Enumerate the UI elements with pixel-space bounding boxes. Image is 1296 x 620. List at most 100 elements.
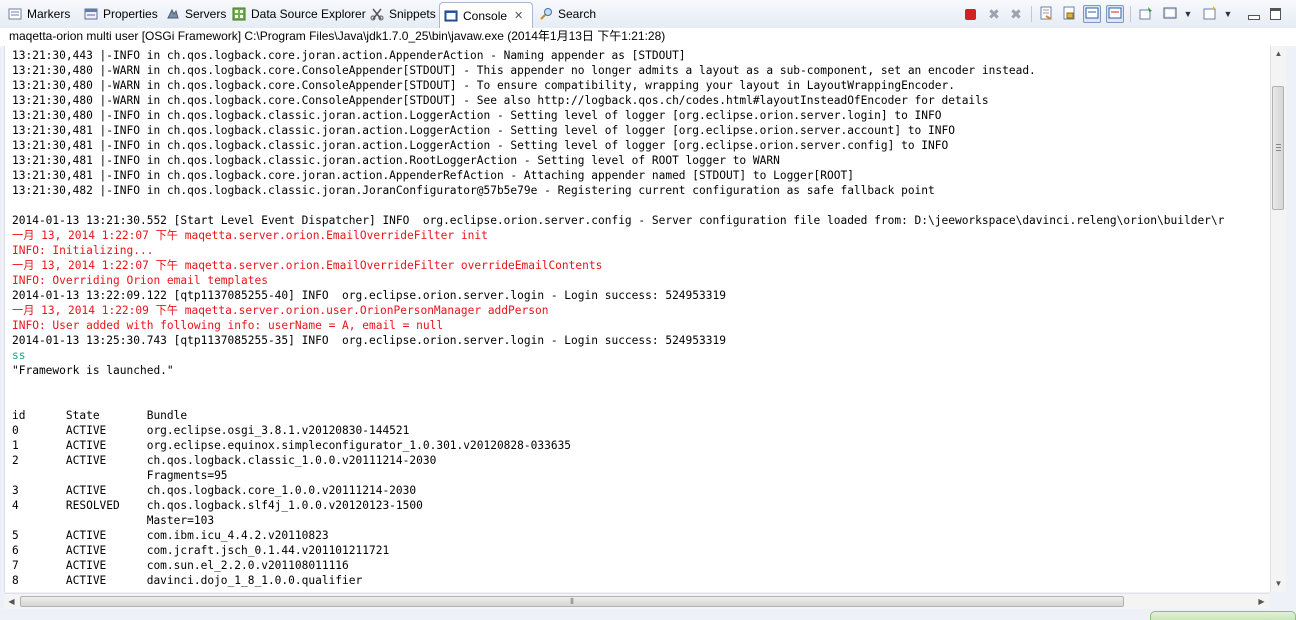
console-error-line: 一月 13, 2014 1:22:07 下午 maqetta.server.or… xyxy=(12,259,603,272)
open-console-dropdown[interactable]: ▼ xyxy=(1219,5,1237,23)
scroll-down-arrow-icon[interactable]: ▼ xyxy=(1271,576,1286,591)
console-line: 0 ACTIVE org.eclipse.osgi_3.8.1.v2012083… xyxy=(12,424,410,437)
terminate-icon xyxy=(964,8,976,20)
terminate-button[interactable] xyxy=(961,5,979,23)
console-line: 13:21:30,480 |-WARN in ch.qos.logback.co… xyxy=(12,64,1036,77)
properties-icon xyxy=(84,7,98,21)
console-error-line: INFO: Initializing... xyxy=(12,244,154,257)
console-line: 3 ACTIVE ch.qos.logback.core_1.0.0.v2011… xyxy=(12,484,417,497)
console-line: 1 ACTIVE org.eclipse.equinox.simpleconfi… xyxy=(12,439,572,452)
open-console-icon xyxy=(1203,5,1217,23)
scroll-lock-button[interactable] xyxy=(1060,5,1078,23)
console-line: 13:21:30,480 |-WARN in ch.qos.logback.co… xyxy=(12,94,989,107)
remove-launch-button[interactable]: ✖ xyxy=(985,5,1003,23)
remove-all-terminated-button[interactable]: ✖ xyxy=(1007,5,1025,23)
console-line: 13:21:30,481 |-INFO in ch.qos.logback.cl… xyxy=(12,139,949,152)
status-bar-indicator xyxy=(1150,611,1296,620)
console-error-line: 一月 13, 2014 1:22:09 下午 maqetta.server.or… xyxy=(12,304,549,317)
tab-snippets[interactable]: Snippets xyxy=(366,3,442,25)
console-view-tab-bar: Markers Properties Servers Data Source E… xyxy=(0,0,1296,29)
tab-markers[interactable]: Markers xyxy=(4,3,76,25)
console-line: ss xyxy=(12,349,26,362)
show-on-stdout-icon xyxy=(1085,6,1099,23)
console-line: 13:21:30,481 |-INFO in ch.qos.logback.co… xyxy=(12,169,854,182)
console-error-line: INFO: Overriding Orion email templates xyxy=(12,274,268,287)
chevron-down-icon: ▼ xyxy=(1223,9,1233,19)
minimize-icon xyxy=(1248,14,1260,20)
display-selected-console-icon xyxy=(1163,6,1177,23)
display-console-dropdown[interactable]: ▼ xyxy=(1179,5,1197,23)
horizontal-scroll-thumb[interactable]: ⦀ xyxy=(20,596,1124,607)
console-line: "Framework is launched." xyxy=(12,364,174,377)
console-line: 13:21:30,481 |-INFO in ch.qos.logback.cl… xyxy=(12,124,955,137)
display-selected-console-button[interactable] xyxy=(1161,5,1179,23)
scrollbar-corner xyxy=(1270,593,1286,609)
minimize-view-button[interactable] xyxy=(1245,5,1263,23)
horizontal-scrollbar[interactable]: ◀ ⦀ ▶ xyxy=(4,593,1270,609)
open-console-button[interactable] xyxy=(1201,5,1219,23)
close-icon[interactable]: ✕ xyxy=(514,9,523,22)
vertical-scrollbar[interactable]: ▲ ▼ xyxy=(1270,46,1286,592)
tab-label: Snippets xyxy=(389,7,436,21)
console-line: id State Bundle xyxy=(12,409,188,422)
console-line: 2014-01-13 13:22:09.122 [qtp1137085255-4… xyxy=(12,289,726,302)
console-icon xyxy=(444,9,458,23)
console-line: 2014-01-13 13:25:30.743 [qtp1137085255-3… xyxy=(12,334,726,347)
console-error-line: 一月 13, 2014 1:22:07 下午 maqetta.server.or… xyxy=(12,229,488,242)
show-console-on-stderr-button[interactable] xyxy=(1106,5,1124,23)
console-line: 13:21:30,481 |-INFO in ch.qos.logback.cl… xyxy=(12,154,780,167)
tab-label: Markers xyxy=(27,7,71,21)
tab-properties[interactable]: Properties xyxy=(80,3,164,25)
console-output-area[interactable]: 13:21:30,443 |-INFO in ch.qos.logback.co… xyxy=(4,46,1271,592)
maximize-icon xyxy=(1269,8,1281,20)
console-error-line: INFO: User added with following info: us… xyxy=(12,319,444,332)
console-line: 2 ACTIVE ch.qos.logback.classic_1.0.0.v2… xyxy=(12,454,437,467)
console-line: 13:21:30,443 |-INFO in ch.qos.logback.co… xyxy=(12,49,686,62)
clear-console-button[interactable] xyxy=(1037,5,1055,23)
data-source-explorer-icon xyxy=(232,7,246,21)
markers-icon xyxy=(8,7,22,21)
chevron-down-icon: ▼ xyxy=(1183,9,1193,19)
console-line: 4 RESOLVED ch.qos.logback.slf4j_1.0.0.v2… xyxy=(12,499,423,512)
scroll-left-arrow-icon[interactable]: ◀ xyxy=(4,594,19,609)
console-line: Fragments=95 xyxy=(12,469,228,482)
snippets-icon xyxy=(370,7,384,21)
tab-label: Servers xyxy=(185,7,227,21)
tab-console[interactable]: Console ✕ xyxy=(439,2,533,28)
console-line: 7 ACTIVE com.sun.el_2.2.0.v201108011116 xyxy=(12,559,349,572)
tab-data-source-explorer[interactable]: Data Source Explorer xyxy=(228,3,372,25)
vertical-scroll-thumb[interactable] xyxy=(1272,86,1284,210)
tab-label: Data Source Explorer xyxy=(251,7,366,21)
maximize-view-button[interactable] xyxy=(1266,5,1284,23)
show-console-on-stdout-button[interactable] xyxy=(1083,5,1101,23)
console-line: 2014-01-13 13:21:30.552 [Start Level Eve… xyxy=(12,214,1225,227)
console-line: 13:21:30,482 |-INFO in ch.qos.logback.cl… xyxy=(12,184,935,197)
tab-servers[interactable]: Servers xyxy=(162,3,232,25)
console-line: Master=103 xyxy=(12,514,215,527)
tab-search[interactable]: Search xyxy=(535,3,602,25)
scroll-right-arrow-icon[interactable]: ▶ xyxy=(1254,594,1269,609)
console-process-title: maqetta-orion multi user [OSGi Framework… xyxy=(0,28,1296,46)
console-lines: 13:21:30,443 |-INFO in ch.qos.logback.co… xyxy=(12,48,1224,588)
console-line: 8 ACTIVE davinci.dojo_1_8_1.0.0.qualifie… xyxy=(12,574,363,587)
tab-label: Properties xyxy=(103,7,158,21)
console-line: 5 ACTIVE com.ibm.icu_4.4.2.v20110823 xyxy=(12,529,329,542)
show-on-stderr-icon xyxy=(1108,6,1122,23)
search-icon xyxy=(539,7,553,21)
remove-all-terminated-icon: ✖ xyxy=(1010,5,1022,22)
scroll-up-arrow-icon[interactable]: ▲ xyxy=(1271,46,1286,61)
remove-launch-icon: ✖ xyxy=(988,5,1000,22)
pin-console-icon xyxy=(1139,6,1153,23)
console-line: 13:21:30,480 |-INFO in ch.qos.logback.cl… xyxy=(12,109,942,122)
tab-label: Console xyxy=(463,8,508,23)
tab-label: Search xyxy=(558,7,597,21)
scroll-lock-icon xyxy=(1062,6,1076,23)
console-line: 6 ACTIVE com.jcraft.jsch_0.1.44.v2011012… xyxy=(12,544,390,557)
clear-console-icon xyxy=(1039,6,1053,23)
console-line: 13:21:30,480 |-WARN in ch.qos.logback.co… xyxy=(12,79,955,92)
servers-icon xyxy=(166,7,180,21)
pin-console-button[interactable] xyxy=(1137,5,1155,23)
